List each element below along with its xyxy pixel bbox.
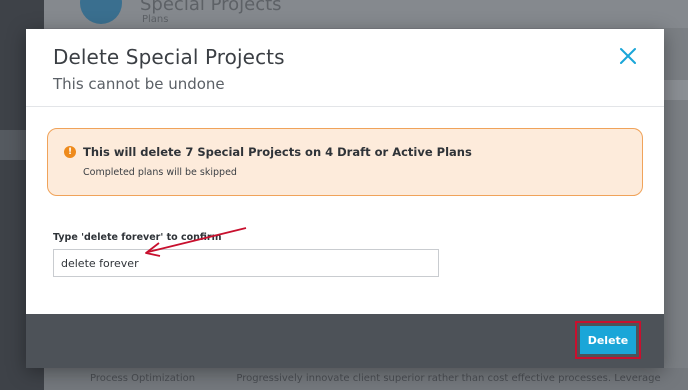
background-sidebar-item: [0, 130, 26, 160]
close-button[interactable]: [616, 44, 640, 68]
modal-title: Delete Special Projects: [53, 45, 285, 69]
background-title: Special Projects: [140, 0, 282, 15]
modal-footer: Delete: [26, 314, 664, 368]
confirm-label: Type 'delete forever' to confirm: [53, 232, 222, 243]
background-footer-col2: Progressively innovate client superior r…: [236, 373, 661, 384]
confirm-input[interactable]: [53, 249, 439, 277]
close-icon: [620, 48, 636, 64]
background-footer-text: Process Optimization Progressively innov…: [90, 373, 661, 384]
background-subtitle: Plans: [142, 14, 169, 25]
background-strip: [664, 80, 688, 100]
modal-subtitle: This cannot be undone: [53, 75, 225, 93]
exclamation-icon: !: [64, 146, 76, 158]
warning-text: Completed plans will be skipped: [83, 167, 237, 178]
delete-modal: Delete Special Projects This cannot be u…: [26, 29, 664, 368]
warning-title: This will delete 7 Special Projects on 4…: [83, 145, 472, 159]
delete-button[interactable]: Delete: [580, 326, 636, 354]
modal-header: Delete Special Projects This cannot be u…: [26, 29, 664, 107]
warning-banner: ! This will delete 7 Special Projects on…: [47, 128, 643, 196]
delete-highlight: Delete: [575, 321, 641, 359]
background-footer-col1: Process Optimization: [90, 373, 196, 384]
